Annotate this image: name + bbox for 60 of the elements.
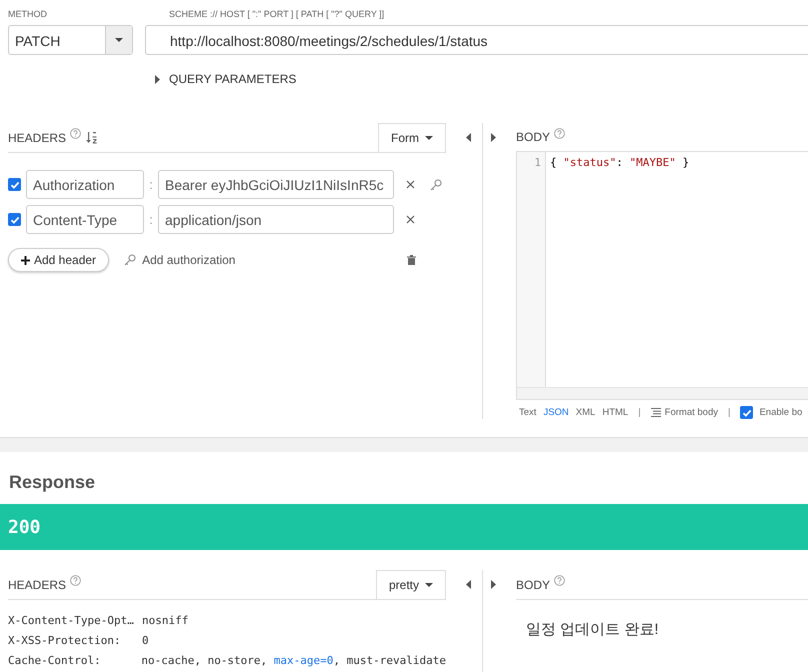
line-number: 1	[533, 155, 542, 170]
caret-icon	[115, 38, 123, 42]
add-header-button[interactable]: Add header	[8, 248, 110, 272]
body-format-option[interactable]: XML	[576, 407, 596, 418]
body-format-option[interactable]: JSON	[543, 407, 569, 418]
caret-icon	[425, 583, 433, 587]
url-label: SCHEME :// HOST [ ":" PORT ] [ PATH [ "?" QUERY ]]	[169, 9, 384, 19]
add-authorization-link[interactable]: Add authorization	[142, 253, 236, 267]
code-editor[interactable]: 1 { "status": "MAYBE" }	[516, 151, 808, 400]
divider-mark: |	[638, 407, 641, 418]
enable-body-label: Enable bo	[759, 407, 802, 418]
code-line: { "status": "MAYBE" }	[549, 155, 690, 170]
help-icon[interactable]	[70, 575, 82, 586]
remove-icon[interactable]	[406, 180, 415, 189]
collapse-icon[interactable]	[466, 133, 471, 142]
help-icon[interactable]	[554, 575, 566, 586]
query-parameters-toggle[interactable]: QUERY PARAMETERS	[169, 72, 296, 86]
response-header-row-text: X-Content-Type-Opt… nosniff	[8, 614, 190, 627]
plus-icon	[21, 256, 30, 264]
header-name-field[interactable]: Content-Type	[26, 205, 144, 234]
method-select[interactable]: PATCH	[8, 25, 133, 55]
help-icon[interactable]	[554, 128, 566, 139]
checkbox[interactable]	[740, 406, 754, 419]
response-header-row-text: X-XSS-Protection: 0	[8, 634, 150, 647]
format-body-button[interactable]: Format body	[664, 407, 718, 418]
expand-icon[interactable]	[155, 74, 160, 84]
collapse-icon[interactable]	[466, 580, 471, 589]
response-title: Response	[9, 472, 96, 492]
trash-icon[interactable]	[407, 255, 416, 265]
headers-mode-dropdown[interactable]: Form	[378, 123, 446, 152]
header-value-field[interactable]: Bearer eyJhbGciOiJIUzI1NiIsInR5c	[158, 170, 394, 199]
sort-icon[interactable]	[86, 131, 98, 144]
format-icon	[650, 408, 661, 417]
header-value-field[interactable]: application/json	[158, 205, 394, 234]
key-icon[interactable]	[430, 178, 442, 190]
url-field[interactable]: http://localhost:8080/meetings/2/schedules/1/status	[145, 25, 808, 55]
status-bar: 200	[0, 504, 808, 550]
method-label: METHOD	[8, 9, 48, 21]
expand-icon[interactable]	[491, 580, 496, 589]
body-format-option[interactable]: HTML	[602, 407, 628, 418]
key-icon[interactable]	[124, 254, 136, 266]
caret-icon	[425, 136, 433, 140]
response-body-text: 일정 업데이트 완료!	[526, 621, 659, 638]
body-title: BODY	[516, 130, 550, 144]
headers-format-dropdown[interactable]: pretty	[376, 570, 446, 599]
horizontal-scrollbar[interactable]	[517, 387, 808, 399]
colon-separator: :	[148, 212, 154, 227]
headers-title: HEADERS	[8, 578, 66, 592]
checkbox[interactable]	[8, 213, 21, 226]
body-format-option[interactable]: Text	[519, 407, 536, 418]
remove-icon[interactable]	[406, 215, 415, 224]
expand-icon[interactable]	[491, 133, 496, 142]
header-name-field[interactable]: Authorization	[26, 170, 144, 199]
response-header-row: Cache-Control: no-cache, no-store, max-age=0, must-revalidate	[8, 654, 446, 667]
headers-title: HEADERS	[8, 130, 66, 144]
checkbox[interactable]	[8, 178, 21, 191]
help-icon[interactable]	[70, 128, 82, 139]
body-title: BODY	[516, 578, 550, 592]
colon-separator: :	[148, 177, 154, 192]
divider-mark: |	[728, 407, 730, 418]
